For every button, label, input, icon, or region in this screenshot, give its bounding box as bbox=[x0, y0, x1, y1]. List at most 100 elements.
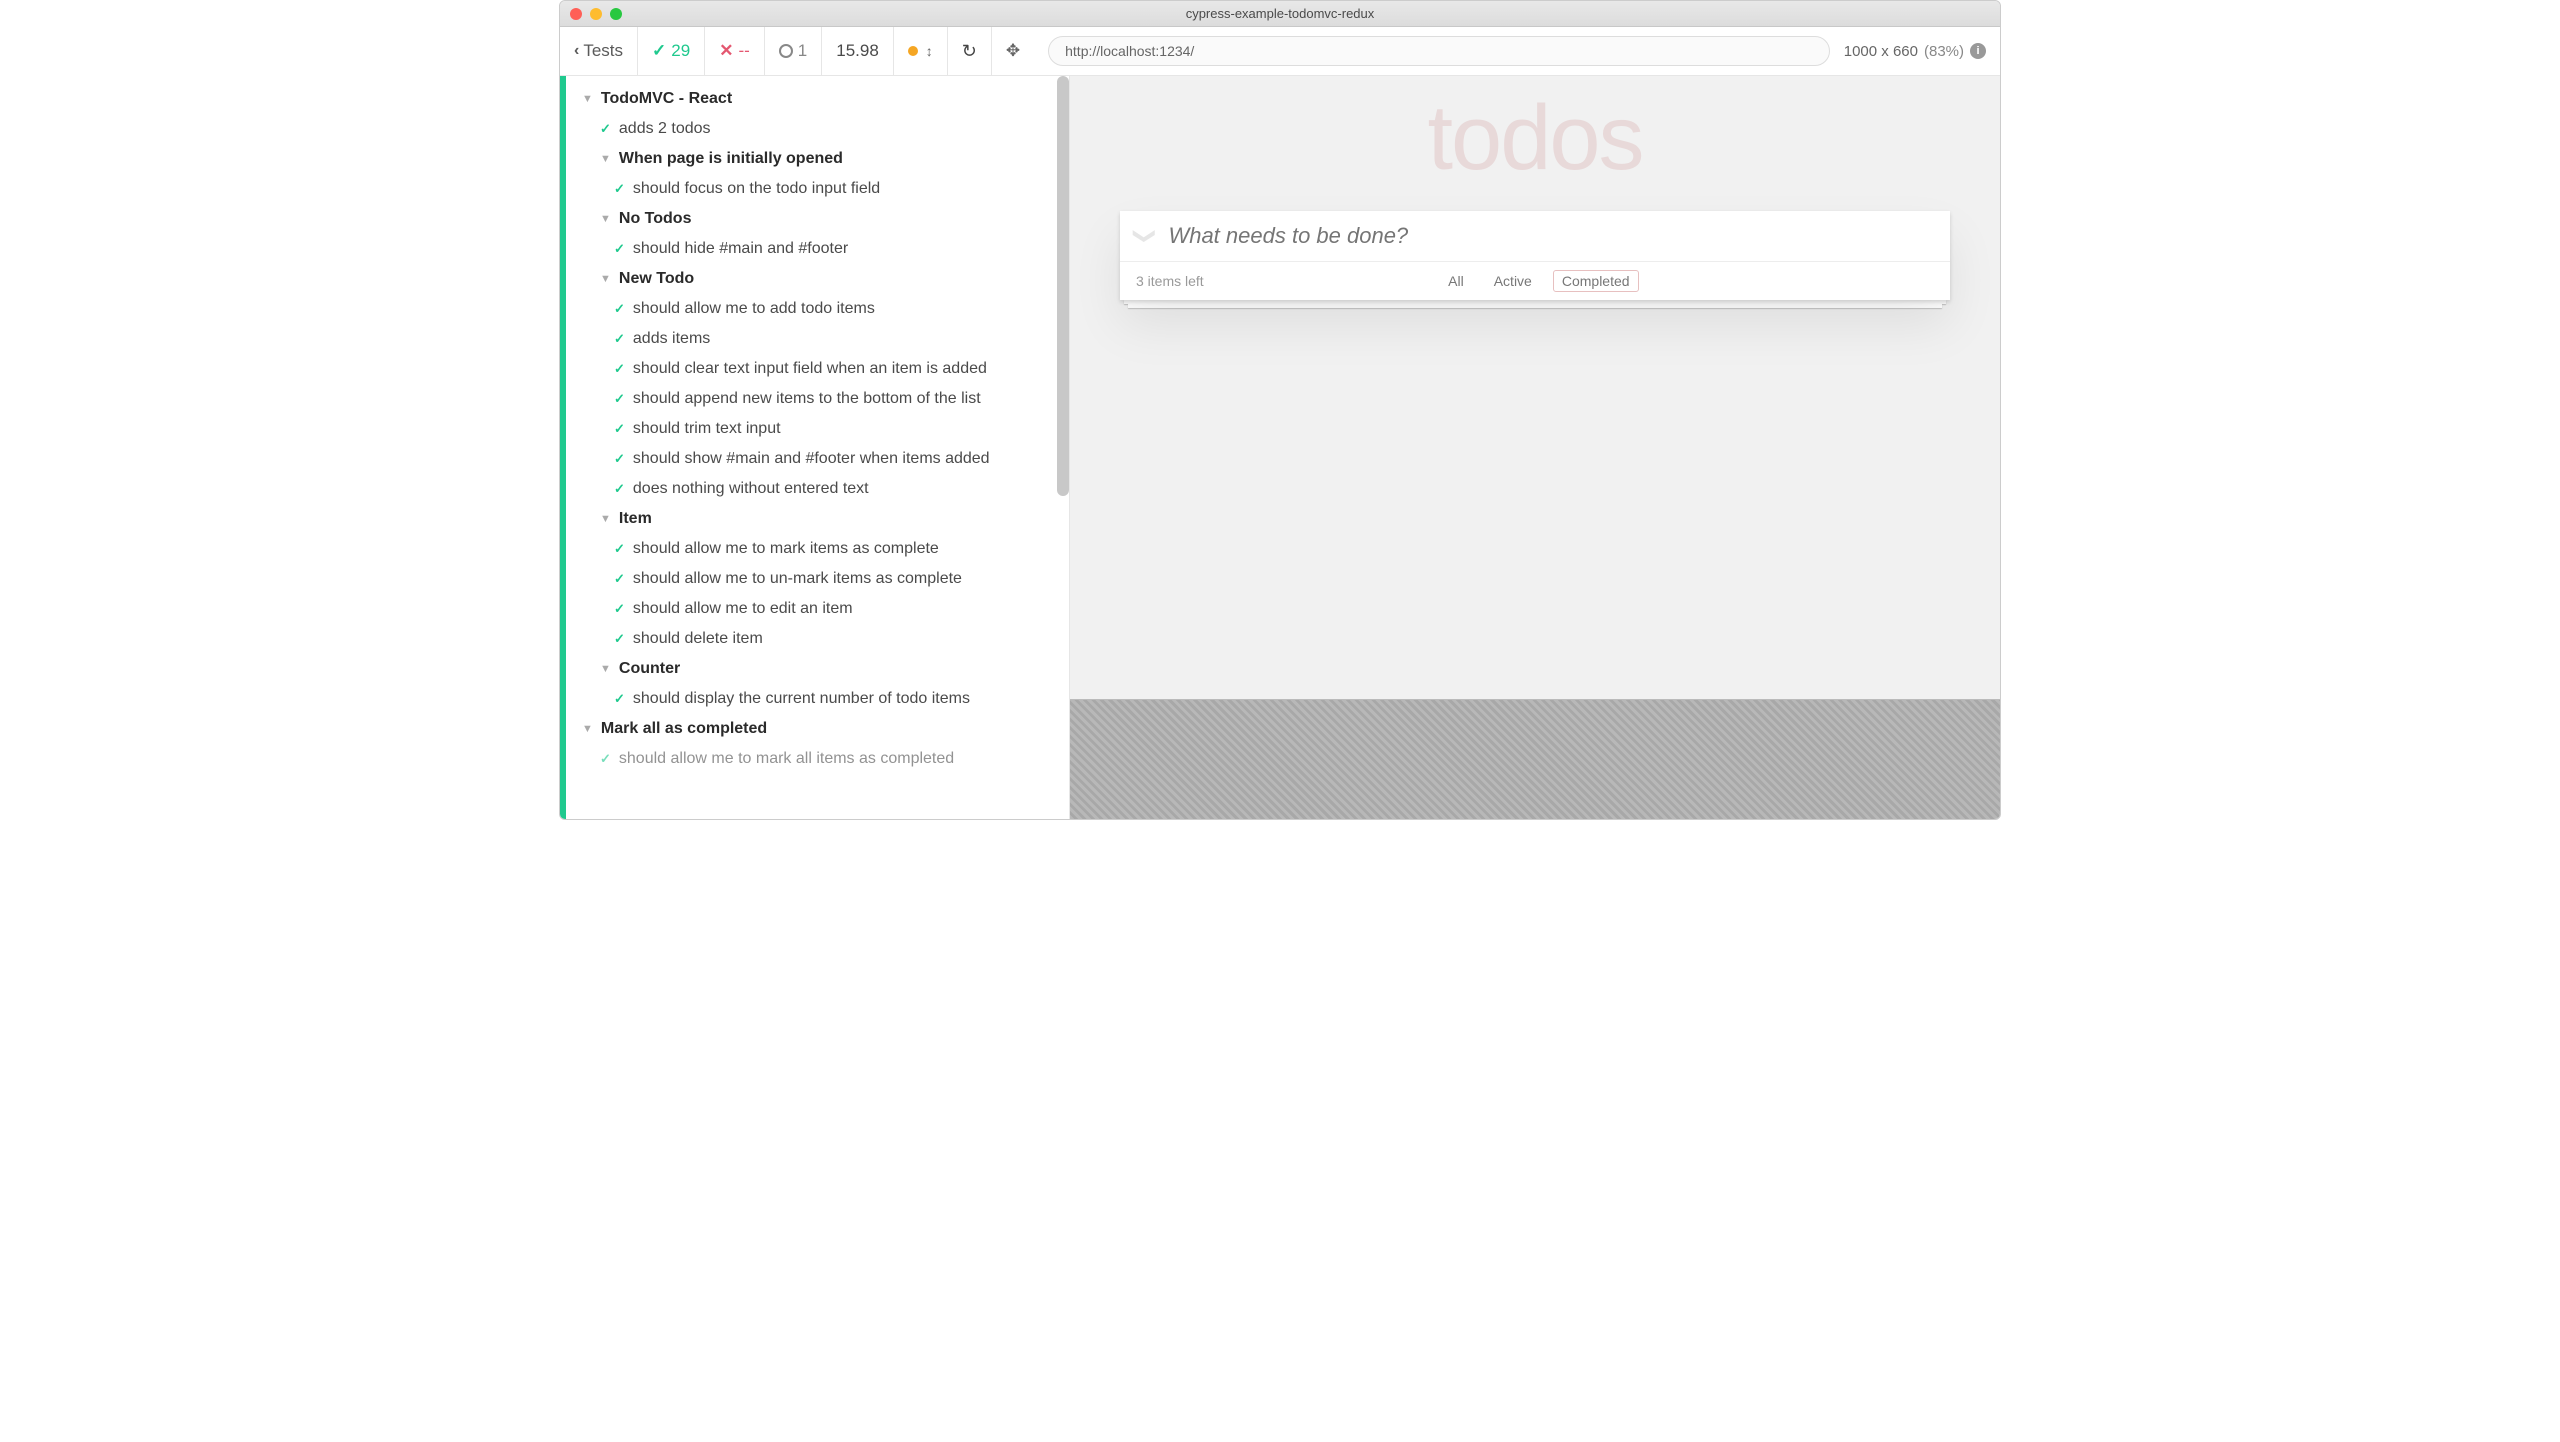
filter-active[interactable]: Active bbox=[1485, 270, 1541, 292]
status-bar bbox=[560, 76, 566, 819]
fail-count: -- bbox=[738, 41, 749, 61]
caret-down-icon: ▼ bbox=[600, 513, 611, 525]
caret-down-icon: ▼ bbox=[600, 153, 611, 165]
test-row[interactable]: ✓ should allow me to edit an item bbox=[560, 594, 1069, 624]
suite-row[interactable]: ▼ Counter bbox=[560, 654, 1069, 684]
url-input[interactable] bbox=[1048, 36, 1830, 66]
x-icon bbox=[719, 41, 733, 61]
check-icon: ✓ bbox=[614, 451, 625, 467]
test-row[interactable]: ✓ should append new items to the bottom o… bbox=[560, 384, 1069, 414]
test-row[interactable]: ✓should allow me to mark items as comple… bbox=[560, 534, 1069, 564]
caret-down-icon: ▼ bbox=[600, 273, 611, 285]
test-title: should clear text input field when an it… bbox=[633, 360, 987, 378]
test-title: should allow me to mark all items as com… bbox=[619, 750, 954, 768]
check-icon: ✓ bbox=[614, 391, 625, 407]
test-row[interactable]: ✓adds items bbox=[560, 324, 1069, 354]
items-left-label: 3 items left bbox=[1136, 273, 1204, 289]
test-title: should append new items to the bottom of… bbox=[633, 390, 981, 408]
suite-row[interactable]: ▼ No Todos bbox=[560, 204, 1069, 234]
selector-playground-button[interactable]: ✥ bbox=[992, 41, 1034, 61]
check-icon: ✓ bbox=[614, 571, 625, 587]
title-bar: cypress-example-todomvc-redux bbox=[560, 1, 2000, 27]
test-row[interactable]: ✓ adds 2 todos bbox=[560, 114, 1069, 144]
updown-icon[interactable]: ↕ bbox=[926, 43, 933, 59]
aut-viewport: todos ❯ 3 items left All Active Complete… bbox=[1070, 76, 2000, 699]
pending-circle-icon bbox=[779, 44, 793, 58]
check-icon: ✓ bbox=[600, 751, 611, 767]
todo-footer: 3 items left All Active Completed bbox=[1120, 262, 1950, 300]
check-icon: ✓ bbox=[614, 181, 625, 197]
check-icon: ✓ bbox=[600, 121, 611, 137]
viewport-scale: (83%) bbox=[1924, 43, 1964, 60]
back-to-tests-button[interactable]: ‹ Tests bbox=[574, 41, 623, 61]
filter-completed[interactable]: Completed bbox=[1553, 270, 1639, 292]
url-bar bbox=[1034, 36, 1844, 66]
status-dot-icon bbox=[908, 46, 918, 56]
close-window-button[interactable] bbox=[570, 8, 582, 20]
suite-title: Counter bbox=[619, 660, 680, 678]
minimize-window-button[interactable] bbox=[590, 8, 602, 20]
caret-down-icon: ▼ bbox=[600, 663, 611, 675]
check-icon: ✓ bbox=[614, 631, 625, 647]
new-todo-input[interactable] bbox=[1168, 223, 1934, 249]
test-title: should allow me to un-mark items as comp… bbox=[633, 570, 962, 588]
fail-count-stat[interactable]: -- bbox=[719, 41, 750, 61]
viewport-size: 1000 x 660 bbox=[1844, 43, 1918, 60]
check-icon: ✓ bbox=[614, 601, 625, 617]
card-shadow-decoration bbox=[1128, 304, 1942, 308]
pending-count-stat[interactable]: 1 bbox=[779, 41, 807, 61]
todos-heading: todos bbox=[1120, 86, 1950, 191]
suite-title: When page is initially opened bbox=[619, 150, 843, 168]
todo-input-row: ❯ bbox=[1120, 211, 1950, 262]
pass-count: 29 bbox=[671, 41, 690, 61]
check-icon: ✓ bbox=[614, 241, 625, 257]
pending-count: 1 bbox=[798, 41, 807, 61]
test-title: should allow me to edit an item bbox=[633, 600, 853, 618]
test-title: should focus on the todo input field bbox=[633, 180, 880, 198]
aut-root: todos ❯ 3 items left All Active Complete… bbox=[1120, 86, 1950, 308]
suite-row[interactable]: ▼ When page is initially opened bbox=[560, 144, 1069, 174]
pass-count-stat[interactable]: 29 bbox=[652, 41, 690, 61]
test-title: should allow me to add todo items bbox=[633, 300, 875, 318]
suite-row[interactable]: ▼ Item bbox=[560, 504, 1069, 534]
viewport-info[interactable]: 1000 x 660 (83%) i bbox=[1844, 43, 2000, 60]
suite-row[interactable]: ▼ TodoMVC - React bbox=[560, 84, 1069, 114]
test-row[interactable]: ✓ should allow me to mark all items as co… bbox=[560, 744, 1069, 774]
test-row[interactable]: ✓ should clear text input field when an i… bbox=[560, 354, 1069, 384]
suite-title: TodoMVC - React bbox=[601, 90, 732, 108]
test-row[interactable]: ✓ should delete item bbox=[560, 624, 1069, 654]
suite-title: Item bbox=[619, 510, 652, 528]
test-row[interactable]: ✓ should allow me to un-mark items as com… bbox=[560, 564, 1069, 594]
reload-button[interactable]: ↻ bbox=[962, 41, 977, 62]
test-row[interactable]: ✓ should focus on the todo input field bbox=[560, 174, 1069, 204]
test-row[interactable]: ✓ should show #main and #footer when item… bbox=[560, 444, 1069, 474]
info-icon[interactable]: i bbox=[1970, 43, 1986, 59]
filter-all[interactable]: All bbox=[1439, 270, 1473, 292]
test-title: should display the current number of tod… bbox=[633, 690, 970, 708]
test-title: should delete item bbox=[633, 630, 763, 648]
toggle-all-icon[interactable]: ❯ bbox=[1132, 227, 1158, 245]
suite-title: Mark all as completed bbox=[601, 720, 767, 738]
test-title: should show #main and #footer when items… bbox=[633, 450, 990, 468]
check-icon: ✓ bbox=[614, 361, 625, 377]
test-row[interactable]: ✓does nothing without entered text bbox=[560, 474, 1069, 504]
check-icon: ✓ bbox=[614, 481, 625, 497]
window-title: cypress-example-todomvc-redux bbox=[560, 6, 2000, 21]
test-row[interactable]: ✓ should hide #main and #footer bbox=[560, 234, 1069, 264]
test-title: should allow me to mark items as complet… bbox=[633, 540, 939, 558]
filters: All Active Completed bbox=[1439, 270, 1638, 292]
preview-gutter bbox=[1070, 699, 2000, 819]
test-title: should hide #main and #footer bbox=[633, 240, 848, 258]
test-row[interactable]: ✓should allow me to add todo items bbox=[560, 294, 1069, 324]
maximize-window-button[interactable] bbox=[610, 8, 622, 20]
suite-row[interactable]: ▼ Mark all as completed bbox=[560, 714, 1069, 744]
test-row[interactable]: ✓should trim text input bbox=[560, 414, 1069, 444]
test-title: should trim text input bbox=[633, 420, 781, 438]
check-icon: ✓ bbox=[614, 691, 625, 707]
test-row[interactable]: ✓ should display the current number of to… bbox=[560, 684, 1069, 714]
suite-title: No Todos bbox=[619, 210, 692, 228]
suite-row[interactable]: ▼ New Todo bbox=[560, 264, 1069, 294]
test-sidebar[interactable]: ▼ TodoMVC - React ✓ adds 2 todos ▼ When … bbox=[560, 76, 1070, 819]
aut-preview-pane: todos ❯ 3 items left All Active Complete… bbox=[1070, 76, 2000, 819]
traffic-lights bbox=[560, 8, 622, 20]
